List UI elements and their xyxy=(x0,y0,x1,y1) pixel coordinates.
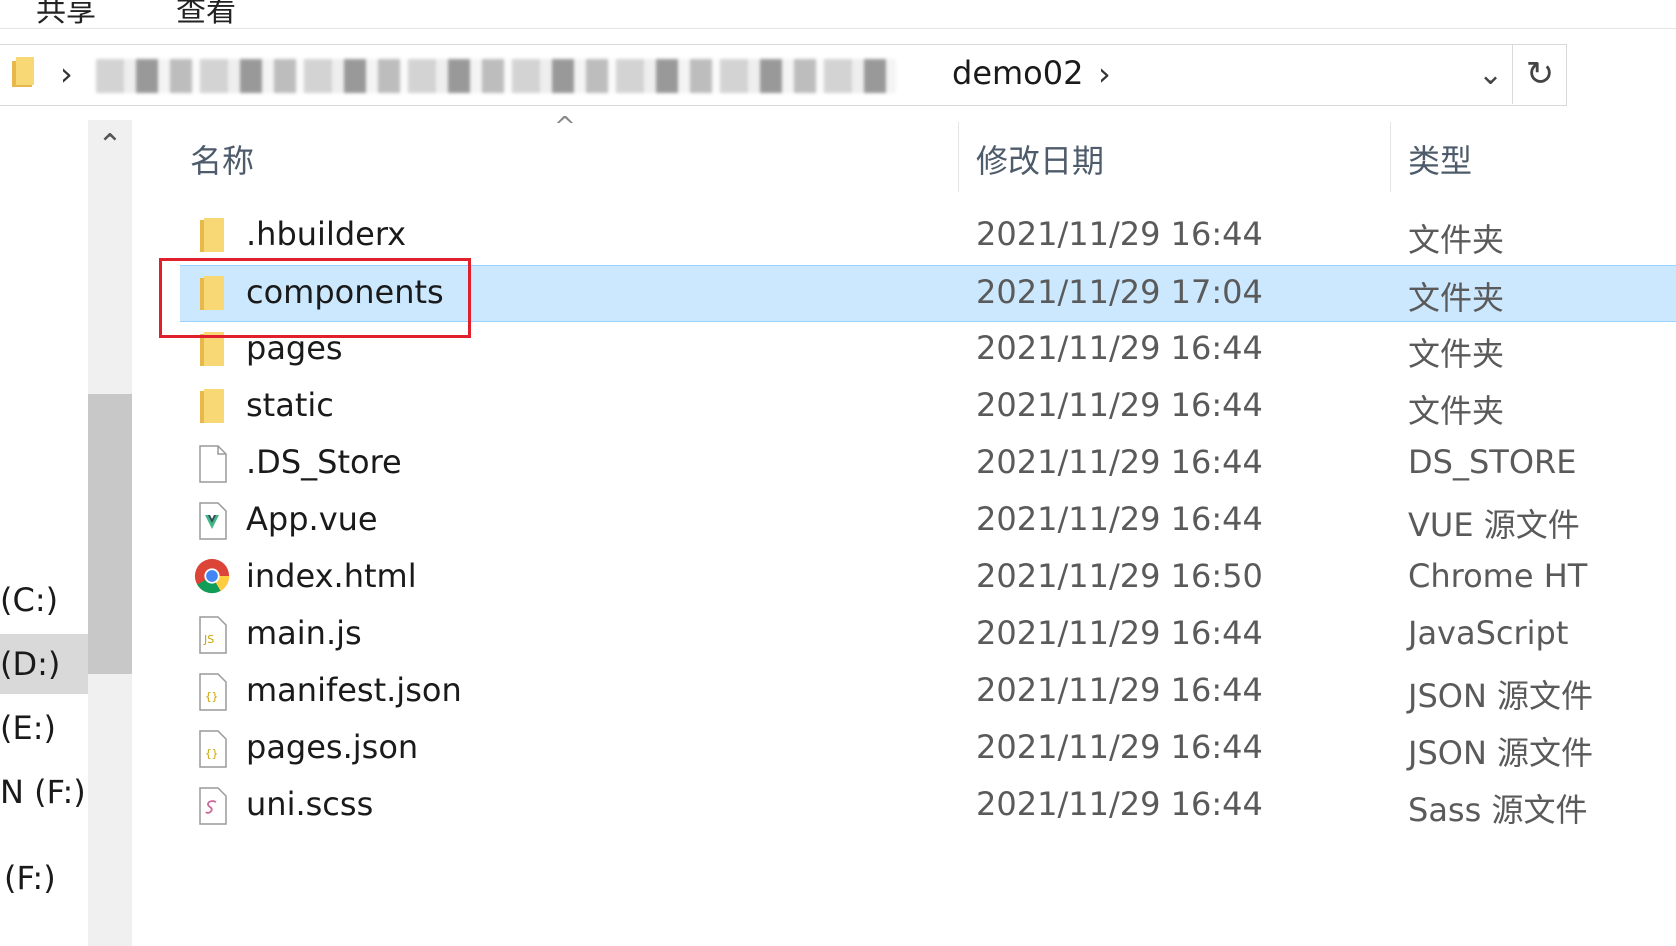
address-dropdown-icon[interactable]: ⌄ xyxy=(1478,57,1503,92)
file-row[interactable]: JS main.js 2021/11/29 16:44 JavaScript xyxy=(180,607,1676,664)
column-divider[interactable] xyxy=(1390,122,1391,192)
refresh-icon[interactable]: ↻ xyxy=(1512,44,1567,104)
file-name[interactable]: index.html xyxy=(246,557,417,595)
breadcrumb-current-folder[interactable]: demo02 xyxy=(952,54,1083,92)
json-file-icon: {} xyxy=(194,672,230,712)
blank-file-icon xyxy=(194,444,230,484)
file-row[interactable]: static 2021/11/29 16:44 文件夹 xyxy=(180,379,1676,436)
file-type: Sass 源文件 xyxy=(1408,791,1588,829)
ribbon-tab-view[interactable]: 查看 xyxy=(176,0,236,28)
nav-item-drive-d[interactable]: (D:) xyxy=(0,634,88,694)
file-type: 文件夹 xyxy=(1408,335,1505,373)
json-file-icon: {} xyxy=(194,729,230,769)
file-modified-date: 2021/11/29 16:44 xyxy=(976,785,1263,823)
file-modified-date: 2021/11/29 16:44 xyxy=(976,443,1263,481)
file-name[interactable]: pages.json xyxy=(246,728,418,766)
folder-icon xyxy=(194,216,230,256)
file-row[interactable]: App.vue 2021/11/29 16:44 VUE 源文件 xyxy=(180,493,1676,550)
file-name[interactable]: .hbuilderx xyxy=(246,215,406,253)
nav-item-drive-f2[interactable]: (F:) xyxy=(4,848,92,908)
svg-text:{}: {} xyxy=(205,747,218,760)
column-header-name[interactable]: 名称 xyxy=(190,136,254,182)
file-modified-date: 2021/11/29 16:44 xyxy=(976,671,1263,709)
scroll-up-icon[interactable]: ⌃ xyxy=(88,128,132,163)
svg-text:{}: {} xyxy=(205,690,218,703)
file-type: 文件夹 xyxy=(1408,221,1505,259)
file-row[interactable]: {} pages.json 2021/11/29 16:44 JSON 源文件 xyxy=(180,721,1676,778)
scrollbar-thumb[interactable] xyxy=(88,394,132,674)
breadcrumb-separator[interactable]: › xyxy=(60,55,73,93)
file-name[interactable]: static xyxy=(246,386,334,424)
nav-scrollbar[interactable]: ⌃ xyxy=(88,120,132,946)
redacted-path xyxy=(96,59,896,93)
file-modified-date: 2021/11/29 16:44 xyxy=(976,386,1263,424)
chrome-icon xyxy=(194,558,230,598)
svg-text:JS: JS xyxy=(203,633,214,646)
file-modified-date: 2021/11/29 16:44 xyxy=(976,329,1263,367)
file-name[interactable]: App.vue xyxy=(246,500,378,538)
nav-item-drive-e[interactable]: (E:) xyxy=(0,698,88,758)
folder-icon xyxy=(12,57,34,87)
address-bar[interactable]: › demo02 › ⌄ xyxy=(0,44,1567,106)
js-file-icon: JS xyxy=(194,615,230,655)
nav-item-drive-c[interactable]: (C:) xyxy=(0,570,88,630)
column-header-modified[interactable]: 修改日期 xyxy=(976,136,1104,182)
file-modified-date: 2021/11/29 16:44 xyxy=(976,500,1263,538)
sass-file-icon xyxy=(194,786,230,826)
file-modified-date: 2021/11/29 16:44 xyxy=(976,728,1263,766)
ribbon: 共享 查看 xyxy=(0,0,1676,29)
file-name[interactable]: uni.scss xyxy=(246,785,373,823)
file-name[interactable]: manifest.json xyxy=(246,671,462,709)
column-divider[interactable] xyxy=(958,122,959,192)
file-row[interactable]: .DS_Store 2021/11/29 16:44 DS_STORE xyxy=(180,436,1676,493)
folder-icon xyxy=(194,387,230,427)
column-header-type[interactable]: 类型 xyxy=(1408,136,1472,182)
file-modified-date: 2021/11/29 16:44 xyxy=(976,614,1263,652)
file-row[interactable]: .hbuilderx 2021/11/29 16:44 文件夹 xyxy=(180,208,1676,265)
file-modified-date: 2021/11/29 16:50 xyxy=(976,557,1263,595)
file-type: JSON 源文件 xyxy=(1408,734,1594,772)
file-type: Chrome HT xyxy=(1408,557,1588,595)
ribbon-tab-share[interactable]: 共享 xyxy=(36,0,96,28)
nav-item-drive-f[interactable]: N (F:) xyxy=(0,762,88,822)
file-modified-date: 2021/11/29 16:44 xyxy=(976,215,1263,253)
file-type: 文件夹 xyxy=(1408,392,1505,430)
file-modified-date: 2021/11/29 17:04 xyxy=(976,273,1263,311)
sort-ascending-icon: ^ xyxy=(554,112,576,142)
vue-file-icon xyxy=(194,501,230,541)
file-type: 文件夹 xyxy=(1408,279,1505,317)
file-row[interactable]: uni.scss 2021/11/29 16:44 Sass 源文件 xyxy=(180,778,1676,835)
file-row[interactable]: index.html 2021/11/29 16:50 Chrome HT xyxy=(180,550,1676,607)
file-type: DS_STORE xyxy=(1408,443,1577,481)
file-name[interactable]: .DS_Store xyxy=(246,443,402,481)
file-row[interactable]: {} manifest.json 2021/11/29 16:44 JSON 源文件 xyxy=(180,664,1676,721)
file-type: VUE 源文件 xyxy=(1408,506,1580,544)
file-name[interactable]: main.js xyxy=(246,614,362,652)
breadcrumb-separator[interactable]: › xyxy=(1098,55,1111,93)
navigation-pane: (C:) (D:) (E:) N (F:) (F:) xyxy=(0,120,88,946)
file-type: JSON 源文件 xyxy=(1408,677,1594,715)
annotation-highlight-box xyxy=(159,258,471,338)
file-type: JavaScript xyxy=(1408,614,1569,652)
